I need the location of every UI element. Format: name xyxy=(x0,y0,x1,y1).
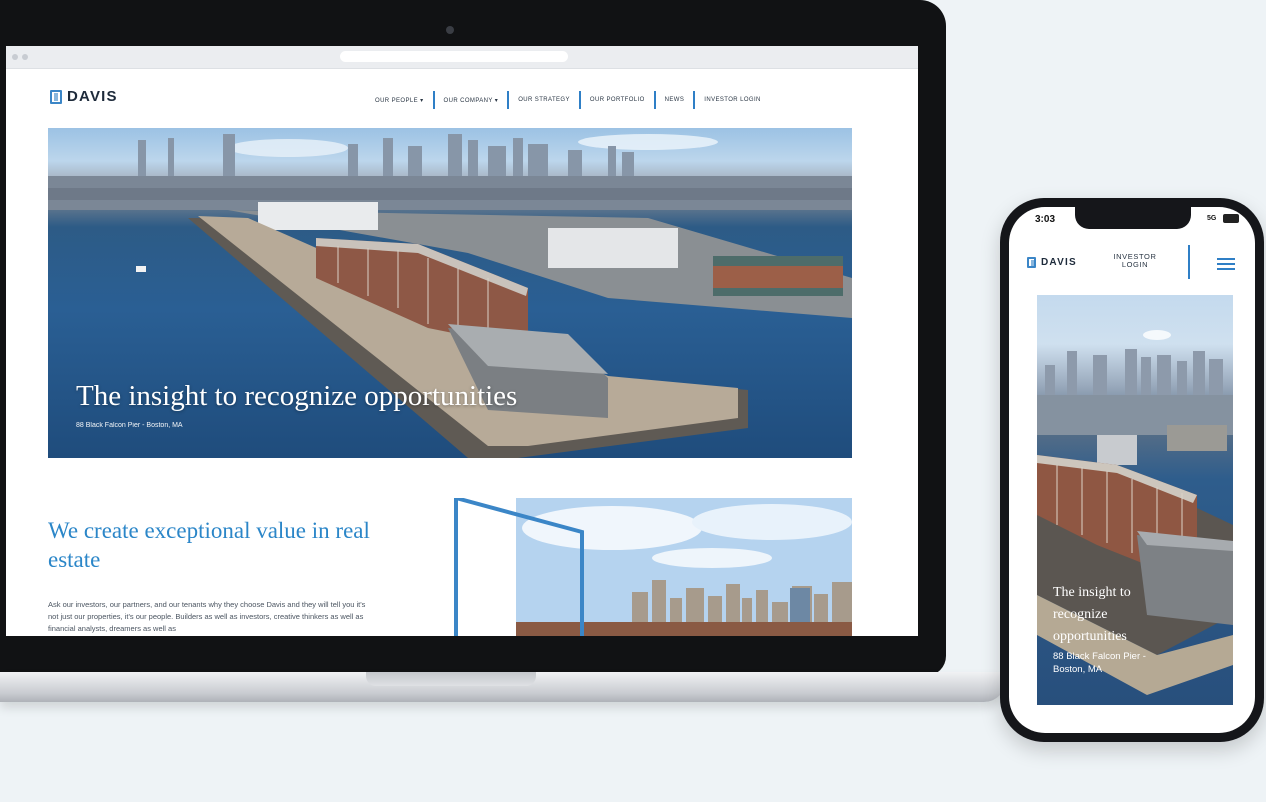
hero-caption: 88 Black Falcon Pier - Boston, MA xyxy=(76,422,183,429)
value-paragraph: Ask our investors, our partners, and our… xyxy=(48,600,366,633)
desktop-browser-window: DAVIS OUR PEOPLE ▾ OUR COMPANY ▾ OUR STR… xyxy=(6,46,918,636)
nav-investor-login[interactable]: INVESTOR LOGIN xyxy=(695,97,770,103)
nav-our-company[interactable]: OUR COMPANY ▾ xyxy=(435,97,508,104)
boston-skyline-image xyxy=(454,498,852,636)
chevron-down-icon: ▾ xyxy=(420,97,424,104)
header-separator xyxy=(1188,245,1190,279)
mobile-investor-login[interactable]: INVESTOR LOGIN xyxy=(1113,253,1157,269)
browser-toolbar xyxy=(6,46,918,69)
site-logo[interactable]: DAVIS xyxy=(50,88,118,105)
mobile-site-logo[interactable]: DAVIS xyxy=(1027,257,1077,268)
main-navigation: OUR PEOPLE ▾ OUR COMPANY ▾ OUR STRATEGY … xyxy=(366,90,770,110)
hero-title: The insight to recognize opportunities xyxy=(76,380,518,412)
davis-logo-mark-icon xyxy=(1027,257,1036,268)
skyline-feature-image xyxy=(452,498,852,636)
nav-label: OUR PEOPLE xyxy=(375,97,419,104)
mobile-browser-window: 3:03 5G DAVIS INVESTOR LOGIN The insight… xyxy=(1009,207,1255,733)
status-time: 3:03 xyxy=(1035,214,1056,225)
mobile-hero-title: The insight to recognize opportunities xyxy=(1053,585,1131,644)
nav-our-people[interactable]: OUR PEOPLE ▾ xyxy=(366,97,433,104)
nav-label: OUR COMPANY xyxy=(443,97,493,104)
davis-logo-mark-icon xyxy=(50,89,62,104)
laptop-base xyxy=(0,672,1006,702)
brand-name: DAVIS xyxy=(1041,257,1077,268)
laptop-frame: DAVIS OUR PEOPLE ▾ OUR COMPANY ▾ OUR STR… xyxy=(0,0,946,676)
webcam-icon xyxy=(446,26,454,34)
network-indicator: 5G xyxy=(1207,215,1217,222)
battery-icon xyxy=(1223,214,1239,223)
laptop-opening-notch xyxy=(366,672,536,686)
hero-banner: The insight to recognize opportunities 8… xyxy=(48,128,852,458)
chevron-down-icon: ▾ xyxy=(494,97,499,104)
brand-name: DAVIS xyxy=(67,88,118,105)
nav-our-portfolio[interactable]: OUR PORTFOLIO xyxy=(581,97,654,103)
nav-our-strategy[interactable]: OUR STRATEGY xyxy=(509,97,579,103)
phone-frame: 3:03 5G DAVIS INVESTOR LOGIN The insight… xyxy=(1000,198,1264,742)
phone-notch xyxy=(1075,207,1191,229)
nav-news[interactable]: NEWS xyxy=(656,97,694,103)
hamburger-menu-icon[interactable] xyxy=(1217,258,1235,270)
window-close-dot[interactable] xyxy=(12,54,18,60)
mobile-hero-banner: The insight to recognize opportunities 8… xyxy=(1037,295,1233,705)
window-minimize-dot[interactable] xyxy=(22,54,28,60)
mobile-hero-caption: 88 Black Falcon Pier - Boston, MA xyxy=(1053,651,1146,675)
value-heading: We create exceptional value in real esta… xyxy=(48,518,370,572)
address-bar[interactable] xyxy=(340,51,568,62)
